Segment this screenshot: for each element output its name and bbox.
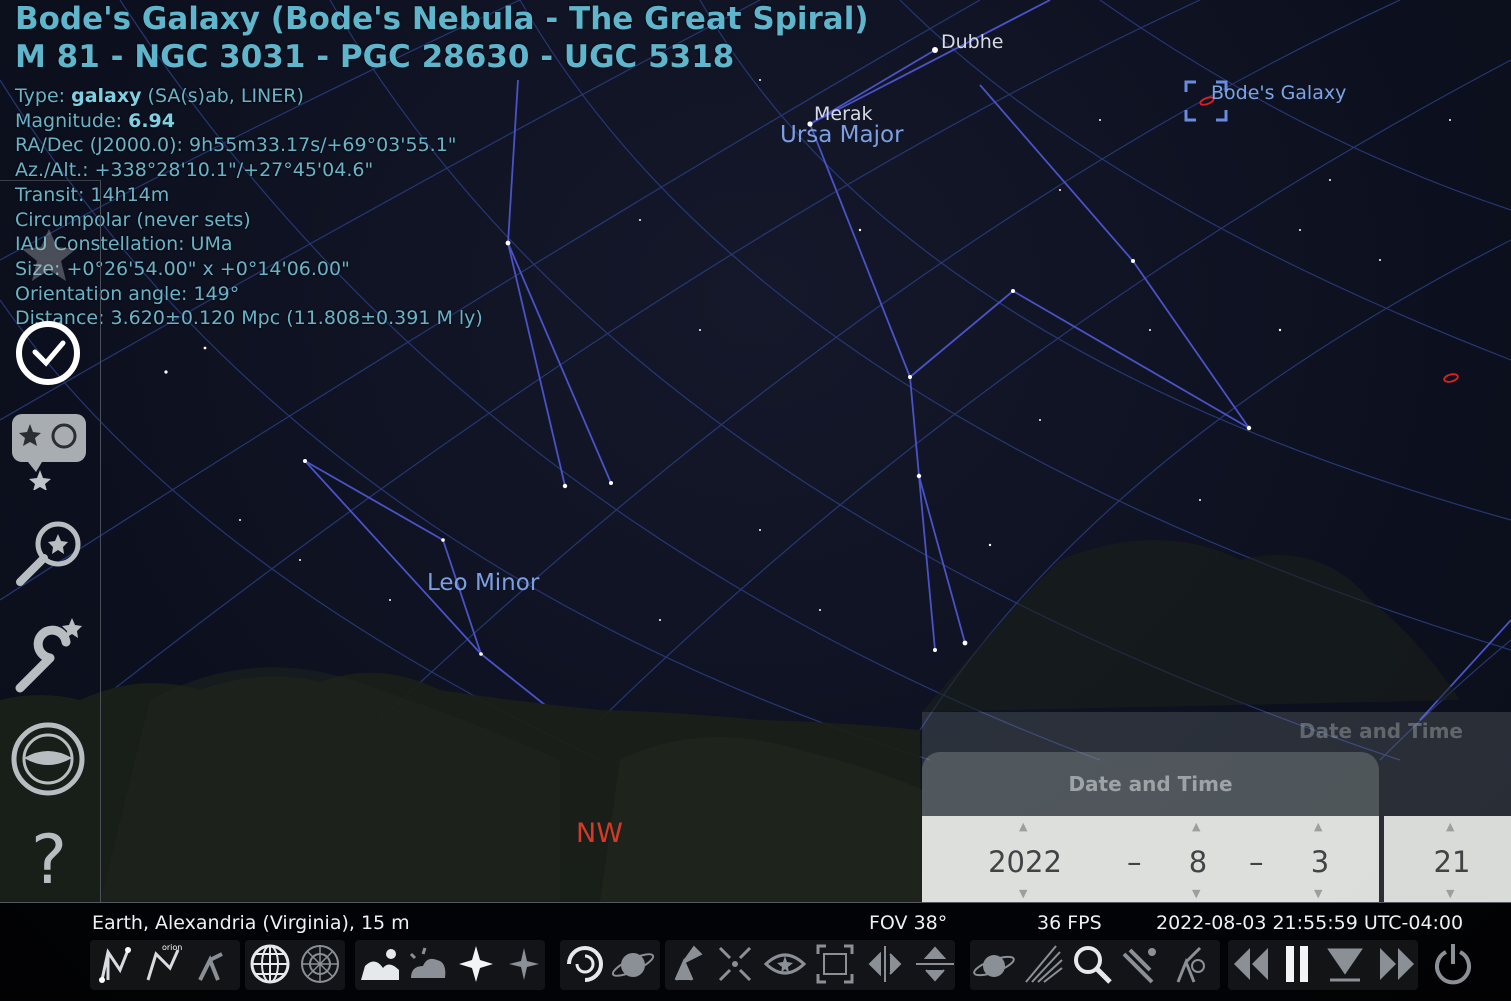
decrease-time-speed-icon[interactable] xyxy=(1228,940,1274,988)
object-info-panel: Bode's Galaxy (Bode's Nebula - The Great… xyxy=(15,0,869,331)
equatorial-grid-icon[interactable] xyxy=(247,940,293,988)
planets-icon[interactable] xyxy=(562,940,608,988)
night-mode-icon[interactable] xyxy=(762,940,808,988)
day-down-arrow-icon[interactable]: ▼ xyxy=(1314,887,1322,900)
flip-vertical-icon[interactable] xyxy=(912,940,958,988)
ground-icon[interactable] xyxy=(357,940,403,988)
date-separator-2: – xyxy=(1249,845,1264,879)
object-type-value: galaxy xyxy=(71,85,142,107)
constellation-labels-icon[interactable] xyxy=(188,940,234,988)
location-icon[interactable] xyxy=(8,215,90,297)
day-up-arrow-icon[interactable]: ▲ xyxy=(1314,820,1322,833)
galaxy-marker-secondary[interactable] xyxy=(1443,373,1459,383)
satellites-icon[interactable] xyxy=(972,940,1018,988)
meteor-showers-icon[interactable] xyxy=(1020,940,1066,988)
svg-text:orion: orion xyxy=(162,943,182,952)
object-distance: Distance: 3.620±0.120 Mpc (11.808±0.391 … xyxy=(15,307,483,330)
constellation-art-icon[interactable]: orion xyxy=(140,940,186,988)
year-down-arrow-icon[interactable]: ▼ xyxy=(1019,887,1027,900)
search-tool-icon[interactable] xyxy=(1068,940,1114,988)
object-transit: Transit: 14h14m xyxy=(15,183,170,206)
day-spinner[interactable]: 3 xyxy=(1290,845,1350,879)
object-type-label: Type: xyxy=(15,85,72,107)
object-type-line: Type: galaxy (SA(s)ab, LINER) xyxy=(15,84,869,109)
help-icon[interactable]: ? xyxy=(8,820,90,902)
constellation-lines-icon[interactable] xyxy=(92,940,138,988)
object-circumpolar: Circumpolar (never sets) xyxy=(15,208,251,231)
month-spinner[interactable]: 8 xyxy=(1168,845,1228,879)
deep-sky-icon[interactable] xyxy=(610,940,656,988)
date-time-window-back-title: Date and Time xyxy=(1298,719,1463,743)
object-constellation: IAU Constellation: UMa xyxy=(15,233,233,256)
cardinal-points-icon[interactable] xyxy=(453,940,499,988)
object-magnitude-line: Magnitude: 6.94 xyxy=(15,109,869,134)
object-catalog-ids: M 81 - NGC 3031 - PGC 28630 - UGC 5318 xyxy=(15,39,735,75)
configuration-icon[interactable] xyxy=(8,612,90,694)
fps-status: 36 FPS xyxy=(1037,912,1102,934)
atmosphere-icon[interactable] xyxy=(405,940,451,988)
telescope-control-icon[interactable] xyxy=(1164,940,1210,988)
year-spinner[interactable]: 2022 xyxy=(975,845,1075,879)
quit-icon[interactable] xyxy=(1430,940,1476,988)
azimuthal-grid-icon[interactable] xyxy=(297,940,343,988)
real-time-icon[interactable] xyxy=(1322,940,1368,988)
magnitude-label: Magnitude: xyxy=(15,109,129,132)
center-selected-icon[interactable] xyxy=(712,940,758,988)
object-azalt: Az./Alt.: +338°28'10.1"/+27°45'04.6" xyxy=(15,159,374,182)
month-down-arrow-icon[interactable]: ▼ xyxy=(1192,887,1200,900)
year-up-arrow-icon[interactable]: ▲ xyxy=(1019,820,1027,833)
object-type-detail: (SA(s)ab, LINER) xyxy=(141,85,304,107)
nebulae-icon[interactable] xyxy=(501,940,547,988)
magnitude-value: 6.94 xyxy=(128,109,175,132)
month-up-arrow-icon[interactable]: ▲ xyxy=(1192,820,1200,833)
hour-down-arrow-icon[interactable]: ▼ xyxy=(1446,887,1454,900)
search-icon[interactable] xyxy=(8,512,90,594)
object-label-bodes-galaxy: Bode's Galaxy xyxy=(1211,82,1347,104)
fov-status: FOV 38° xyxy=(869,912,948,934)
location-status[interactable]: Earth, Alexandria (Virginia), 15 m xyxy=(92,912,410,934)
date-time-window-title: Date and Time xyxy=(1068,772,1233,796)
datetime-status[interactable]: 2022-08-03 21:55:59 UTC-04:00 xyxy=(1156,912,1463,934)
telescope-mount-icon[interactable] xyxy=(662,940,708,988)
hour-up-arrow-icon[interactable]: ▲ xyxy=(1446,820,1454,833)
increase-time-speed-icon[interactable] xyxy=(1374,940,1420,988)
cardinal-point-nw: NW xyxy=(576,818,623,849)
object-title: Bode's Galaxy (Bode's Nebula - The Great… xyxy=(15,1,869,37)
constellation-label-leo-minor: Leo Minor xyxy=(427,570,540,596)
flip-horizontal-icon[interactable] xyxy=(862,940,908,988)
full-screen-icon[interactable] xyxy=(812,940,858,988)
sky-and-viewing-options-icon[interactable] xyxy=(8,408,90,491)
hour-spinner[interactable]: 21 xyxy=(1420,845,1484,879)
object-orientation: Orientation angle: 149° xyxy=(15,282,240,305)
star-label-dubhe: Dubhe xyxy=(941,31,1004,53)
clock-icon[interactable] xyxy=(8,312,90,394)
object-size: Size: +0°26'54.00" x +0°14'06.00" xyxy=(15,257,350,280)
pause-icon[interactable] xyxy=(1274,940,1320,988)
ocular-icon[interactable] xyxy=(1116,940,1162,988)
astronomical-calculations-icon[interactable] xyxy=(8,718,90,800)
date-separator-1: – xyxy=(1127,845,1142,879)
object-radec: RA/Dec (J2000.0): 9h55m33.17s/+69°03'55.… xyxy=(15,134,457,157)
